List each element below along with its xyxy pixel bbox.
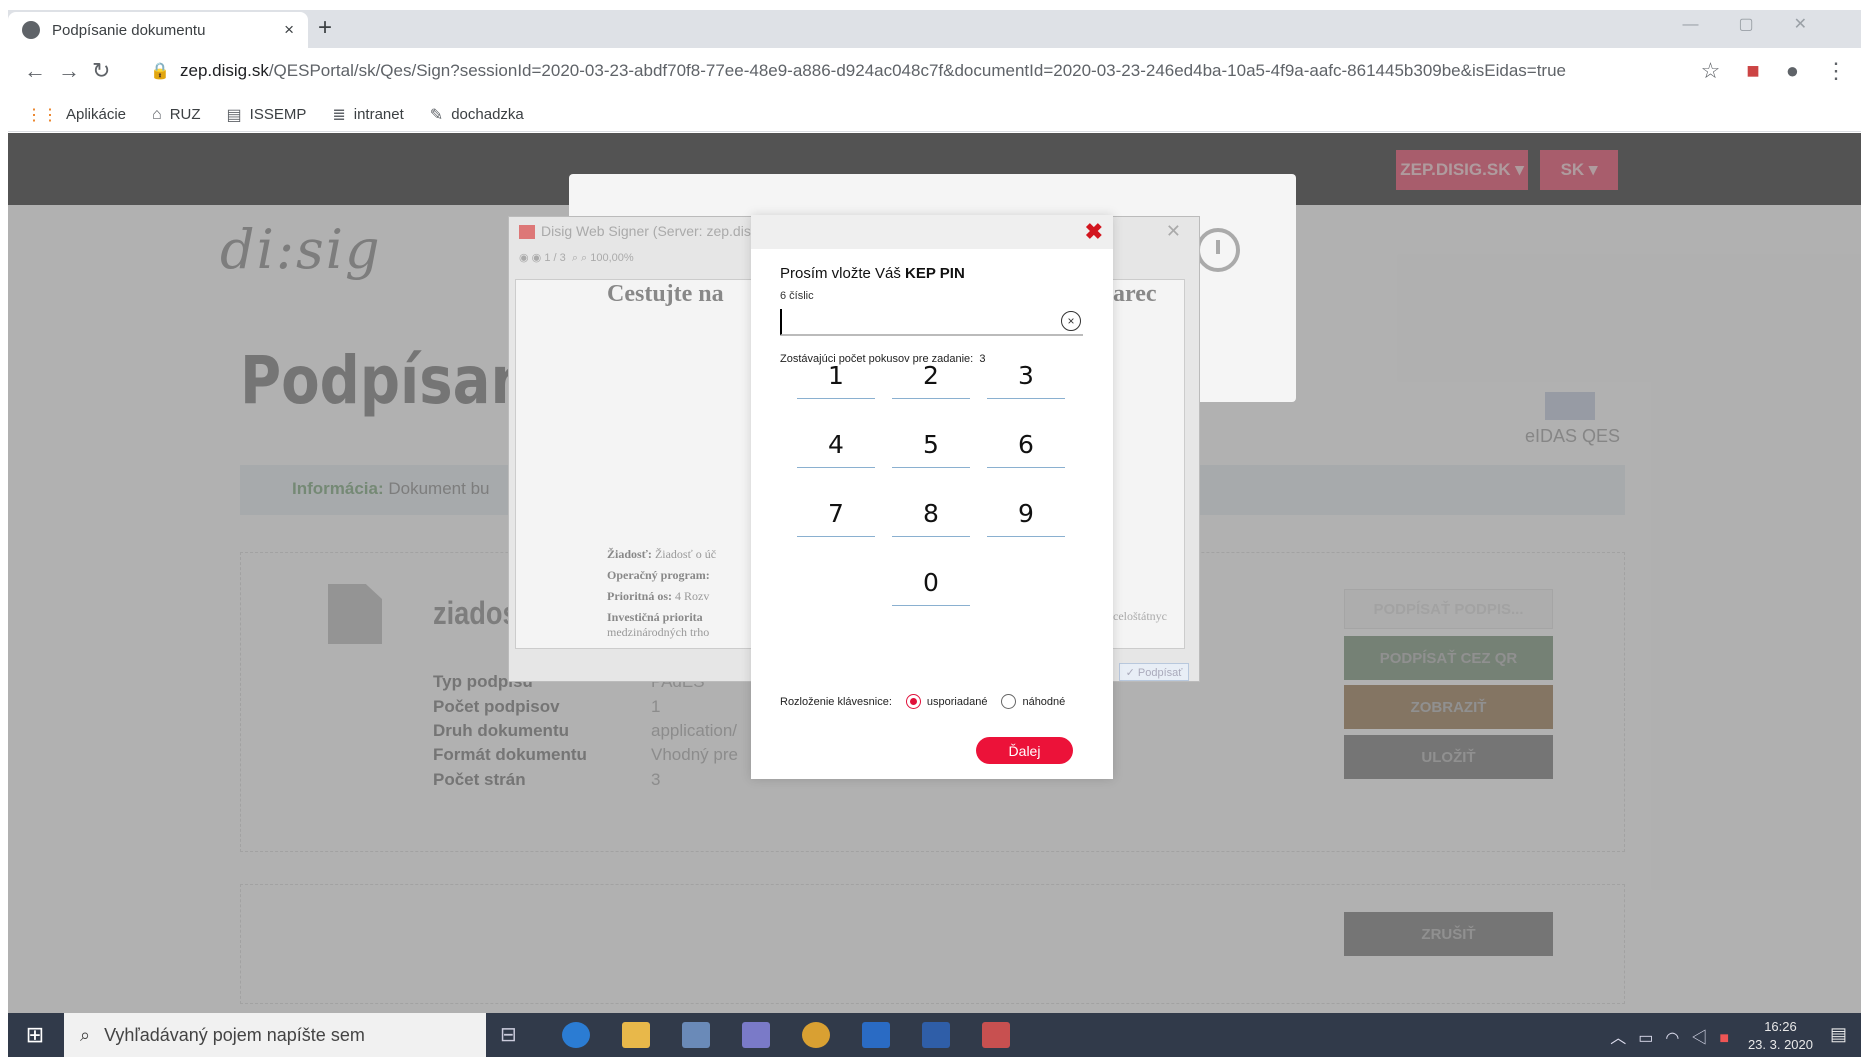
apps-grid-icon: ⋮⋮ [26,106,58,124]
doc-heading-right: arec [1113,281,1157,307]
dochadzka-icon: ✎ [429,106,444,124]
signer-close-button[interactable]: ✕ [1166,221,1181,242]
back-arrow-icon[interactable]: ← [24,58,58,83]
doc-right-text: celoštátnyc [1113,609,1167,623]
lock-icon[interactable]: 🔒 [150,61,170,81]
keyboard-layout-row: Rozloženie klávesnice: usporiadané náhod… [780,694,1065,709]
notification-icon[interactable]: ▤ [1830,1024,1847,1045]
pin-dialog: ✖ Prosím vložte Váš KEP PIN 6 číslic × Z… [751,215,1113,779]
bookmark-apps[interactable]: ⋮⋮ Aplikácie [26,105,126,125]
system-tray[interactable]: ︿▭◠◁■ [1610,1024,1741,1048]
url-field[interactable]: zep.disig.sk/QESPortal/sk/Qes/Sign?sessi… [180,61,1566,81]
ruz-icon: ⌂ [152,105,162,123]
zoom-field[interactable]: 100,00% [590,252,633,264]
layout-label: Rozloženie klávesnice: [780,695,892,708]
bookmark-intranet[interactable]: ≣ intranet [332,105,403,125]
taskbar-search[interactable]: ⌕ Vyhľadávaný pojem napíšte sem [64,1013,486,1057]
star-icon[interactable]: ☆ [1701,58,1721,84]
tray-app-icon: ■ [1719,1030,1741,1047]
screen: Podpísanie dokumentu × + —▢✕ ←→↻ 🔒 zep.d… [0,0,1861,1057]
profile-icon[interactable]: ● [1786,58,1799,84]
tab-close-button[interactable]: × [284,20,294,40]
close-icon[interactable]: ✖ [1085,219,1103,245]
intranet-icon: ≣ [332,106,346,124]
page-indicator[interactable]: 1 / 3 [544,252,565,264]
next-button[interactable]: Ďalej [976,737,1073,764]
globe-icon [22,21,40,39]
taskbar-search-placeholder: Vyhľadávaný pojem napíšte sem [104,1024,365,1045]
pin-input[interactable] [780,309,1083,335]
bookmark-dochadzka[interactable]: ✎ dochadzka [430,105,524,125]
layout-ordered-radio[interactable] [905,694,921,709]
extension-icon[interactable]: ■ [1746,58,1759,84]
task-view-icon[interactable]: ⊟ [500,1022,528,1048]
signer-sign-button[interactable]: ✓ Podpísať [1119,663,1189,681]
file-explorer-icon[interactable] [622,1022,650,1048]
reload-icon[interactable]: ↻ [92,58,122,83]
search-icon: ⌕ [80,1024,91,1045]
clock-icon [1196,228,1240,272]
url-host: zep.disig.sk [180,61,269,80]
clear-input-icon[interactable]: × [1061,311,1081,331]
taskbar-clock[interactable]: 16:26 23. 3. 2020 [1748,1018,1813,1054]
signer-taskbar-icon[interactable] [982,1022,1010,1048]
tab-title: Podpísanie dokumentu [52,21,206,39]
doc-line: Investičná priorita [607,610,703,624]
signer-app-icon [519,225,535,240]
url-path: /QESPortal/sk/Qes/Sign?sessionId=2020-03… [268,61,1566,80]
doc-line: Žiadosť: Žiadosť o úč [607,547,717,561]
keypad-key-8[interactable]: 8 [892,491,970,537]
word-icon[interactable] [922,1022,950,1048]
keypad-key-7[interactable]: 7 [797,491,875,537]
layout-random-radio[interactable] [1001,694,1017,709]
keypad-key-5[interactable]: 5 [892,422,970,468]
doc-heading: Cestujte na [607,281,724,307]
browser-actions: ☆ ■ ● ⋮ [1701,58,1861,84]
chrome-icon[interactable] [802,1022,830,1048]
windows-start-icon[interactable]: ⊞ [8,1013,62,1057]
menu-icon[interactable]: ⋮ [1825,58,1847,84]
keypad-key-0[interactable]: 0 [892,560,970,606]
outlook-icon[interactable] [862,1022,890,1048]
keypad-key-9[interactable]: 9 [987,491,1065,537]
browser-tab[interactable]: Podpísanie dokumentu × [8,12,308,48]
layout-ordered-label[interactable]: usporiadané [927,696,988,708]
forward-arrow-icon[interactable]: → [58,58,92,83]
keypad-key-3[interactable]: 3 [987,353,1065,399]
doc-line: Prioritná os: 4 Rozv [607,589,710,603]
window-controls[interactable]: —▢✕ [1682,14,1847,34]
attempts-count: 3 [979,353,986,365]
bookmark-ruz[interactable]: ⌂ RUZ [152,106,201,124]
pin-title: Prosím vložte Váš KEP PIN [780,265,965,282]
bookmark-issemp[interactable]: ▤ ISSEMP [227,105,307,125]
keypad-key-6[interactable]: 6 [987,422,1065,468]
nav-buttons[interactable]: ←→↻ [24,58,122,84]
pin-hint: 6 číslic [780,290,814,302]
layout-random-label[interactable]: náhodné [1022,696,1065,708]
document-icon: ▤ [226,106,242,124]
keypad-key-4[interactable]: 4 [797,422,875,468]
doc-line: medzinárodných trho [607,625,710,639]
keypad-key-2[interactable]: 2 [892,353,970,399]
pin-dialog-header [751,215,1113,249]
edge-icon[interactable] [562,1022,590,1048]
bookmarks-bar: ⋮⋮ Aplikácie ⌂ RUZ ▤ ISSEMP ≣ intranet ✎ doch… [8,98,1861,132]
pin-input-underline [780,335,1083,336]
keypad-key-1[interactable]: 1 [797,353,875,399]
doc-line: Operačný program: [607,568,710,582]
save-app-icon[interactable] [742,1022,770,1048]
store-icon[interactable] [682,1022,710,1048]
new-tab-button[interactable]: + [318,14,332,42]
